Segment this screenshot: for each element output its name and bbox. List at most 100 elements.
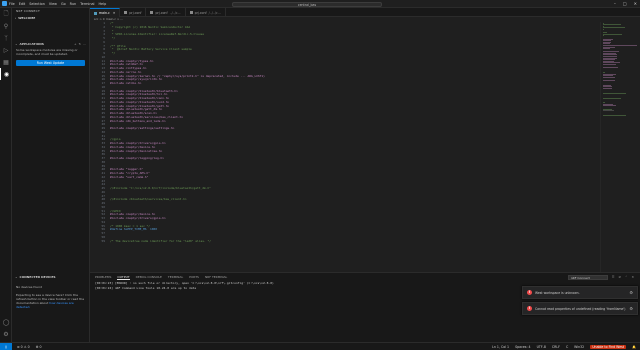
minimap[interactable] [600, 22, 640, 272]
chevron-right-icon: › [15, 16, 17, 20]
account-icon[interactable]: ◯ [0, 316, 12, 328]
minimap-line [603, 92, 627, 94]
refresh-icon[interactable]: ↻ [78, 41, 81, 47]
command-center-label: central_bas [297, 2, 317, 7]
sidebar: NRF CONNECT › WELCOME ⌄ APPLICATIONS + ↻… [12, 8, 90, 342]
tab-prj-conf-1[interactable]: prj.conf [120, 8, 147, 17]
minimap-line [603, 76, 615, 78]
notification-read-error[interactable]: ! Cannot read properties of undefined (r… [522, 302, 638, 315]
status-left: ⊗ 0 ⚠ 0 ⚙ 0 [17, 345, 42, 349]
panel-toolbar: nRF Connect ☰ ⊘ ⌃ ✕ [567, 274, 634, 280]
error-icon: ! [527, 306, 532, 311]
welcome-section-header[interactable]: › WELCOME [12, 15, 89, 21]
close-tab-icon[interactable]: ✕ [113, 11, 116, 15]
code-line[interactable]: 59 /* The devicetree node identifier for … [90, 238, 600, 244]
code-text: #include <zephyr/logging/log.h> [110, 156, 164, 160]
menu-selection[interactable]: Selection [29, 2, 45, 6]
more-icon[interactable]: ⋯ [83, 41, 86, 47]
tab-output[interactable]: OUTPUT [117, 275, 130, 280]
ports-count[interactable]: ⚙ 0 [36, 345, 42, 349]
code-text: /* The devicetree node identifier for th… [110, 238, 211, 243]
remote-indicator-icon[interactable]: ⟨⟩ [0, 342, 12, 350]
minimap-line [603, 115, 627, 117]
clear-icon[interactable]: ⊘ [618, 275, 621, 279]
menu-bar: File Edit Selection View Go Run Terminal… [9, 2, 106, 6]
window-controls: – □ ✕ [614, 1, 637, 6]
problems-count[interactable]: ⊗ 0 ⚠ 0 [17, 345, 30, 349]
bell-icon[interactable]: 🔔 [632, 345, 636, 349]
language-mode[interactable]: C [566, 345, 568, 349]
menu-view[interactable]: View [49, 2, 57, 6]
minimap-line [603, 110, 614, 112]
menu-file[interactable]: File [9, 2, 15, 6]
tab-ports[interactable]: PORTS [189, 275, 199, 279]
vscode-logo-icon [2, 1, 7, 6]
gear-file-icon [124, 11, 128, 14]
code-text: #include <zephyr/drivers/gpio.h> [110, 216, 166, 220]
tab-main-c[interactable]: main.c ✕ [90, 8, 121, 17]
command-center-search[interactable]: central_bas [232, 1, 382, 7]
run-west-update-button[interactable]: Run West Update [16, 60, 85, 66]
extensions-icon[interactable]: ▦ [0, 56, 12, 68]
gear-file-icon [150, 11, 154, 14]
code-text: * SPDX-License-Identifier: LicenseRef-No… [110, 32, 204, 37]
title-bar: File Edit Selection View Go Run Terminal… [0, 0, 640, 8]
menu-edit[interactable]: Edit [19, 2, 26, 6]
files-icon[interactable]: 🗋 [0, 8, 12, 20]
sidebar-title: NRF CONNECT [16, 9, 40, 13]
menu-go[interactable]: Go [61, 2, 66, 6]
activity-bar: 🗋 ⚲ ᛉ ▷ ▦ ◉ ◯ ⚙ [0, 8, 12, 342]
minimap-line [603, 27, 625, 29]
line-ending[interactable]: CRLF [552, 345, 560, 349]
close-icon[interactable]: ✕ [634, 1, 637, 6]
devices-panel: ⌄ CONNECTED DEVICES No devices found Exp… [12, 274, 90, 310]
code-editor[interactable]: 1/* 2 * Copyright (c) 2016 Nordic Semicon… [90, 22, 600, 272]
add-icon[interactable]: + [74, 41, 77, 47]
no-devices-text: No devices found [16, 285, 43, 289]
c-file-icon [94, 11, 97, 15]
nrf-connect-icon[interactable]: ◉ [0, 68, 12, 80]
tab-label: prj.conf [129, 10, 142, 15]
notification-text: Cannot read properties of undefined (rea… [535, 306, 626, 311]
minimap-line [603, 67, 618, 69]
maximize-icon[interactable]: □ [623, 1, 627, 6]
search-icon[interactable]: ⚲ [0, 20, 12, 32]
minimap-line [603, 64, 616, 66]
applications-section-label: APPLICATIONS [19, 42, 44, 46]
platform[interactable]: Win32 [574, 345, 584, 349]
code-text: #include "uart_comm.h" [110, 174, 149, 179]
devices-section-header[interactable]: ⌄ CONNECTED DEVICES [12, 274, 90, 280]
line-number: 59 [101, 238, 105, 243]
code-text: #include <zephyr/devicetree.h> [110, 148, 163, 153]
code-text: */ [110, 36, 116, 40]
menu-help[interactable]: Help [99, 2, 107, 6]
gear-icon[interactable]: ⚙ [629, 306, 633, 311]
west-status-badge[interactable]: Unable to Find West [590, 344, 627, 349]
cursor-position[interactable]: Ln 1, Col 1 [492, 345, 509, 349]
tab-terminal[interactable]: TERMINAL [168, 275, 183, 279]
output-channel-select[interactable]: nRF Connect [567, 274, 608, 280]
manage-gear-icon[interactable]: ⚙ [0, 328, 12, 340]
run-debug-icon[interactable]: ▷ [0, 44, 12, 56]
filter-icon[interactable]: ☰ [612, 275, 615, 279]
tab-nrf-terminal[interactable]: NRF TERMINAL [205, 275, 227, 279]
notification-west-unknown[interactable]: ! West workspace is unknown. ⚙ [522, 286, 638, 299]
close-panel-icon[interactable]: ✕ [631, 275, 634, 279]
menu-run[interactable]: Run [70, 2, 77, 6]
tab-debug-console[interactable]: DEBUG CONSOLE [136, 275, 162, 279]
gear-icon[interactable]: ⚙ [629, 290, 633, 295]
minimize-icon[interactable]: – [614, 1, 616, 6]
gear-file-icon [189, 11, 193, 14]
tab-problems[interactable]: PROBLEMS [95, 275, 111, 279]
source-control-icon[interactable]: ᛉ [0, 32, 12, 44]
menu-terminal[interactable]: Terminal [80, 2, 94, 6]
encoding[interactable]: UTF-8 [537, 345, 546, 349]
indentation[interactable]: Spaces: 4 [515, 345, 531, 349]
code-text: #define SLEEP_TIME_MS 1000 [110, 227, 157, 232]
tab-prj-conf-2[interactable]: prj.conf ../../c... [146, 8, 186, 17]
tab-prj-conf-3[interactable]: prj.conf /../../c... [186, 8, 226, 17]
maximize-panel-icon[interactable]: ⌃ [625, 275, 628, 279]
welcome-section-label: WELCOME [18, 16, 36, 20]
error-icon: ! [527, 290, 532, 295]
code-text: //#include "C:/ncs/v2.8.0/nrf/include/bl… [110, 186, 211, 190]
